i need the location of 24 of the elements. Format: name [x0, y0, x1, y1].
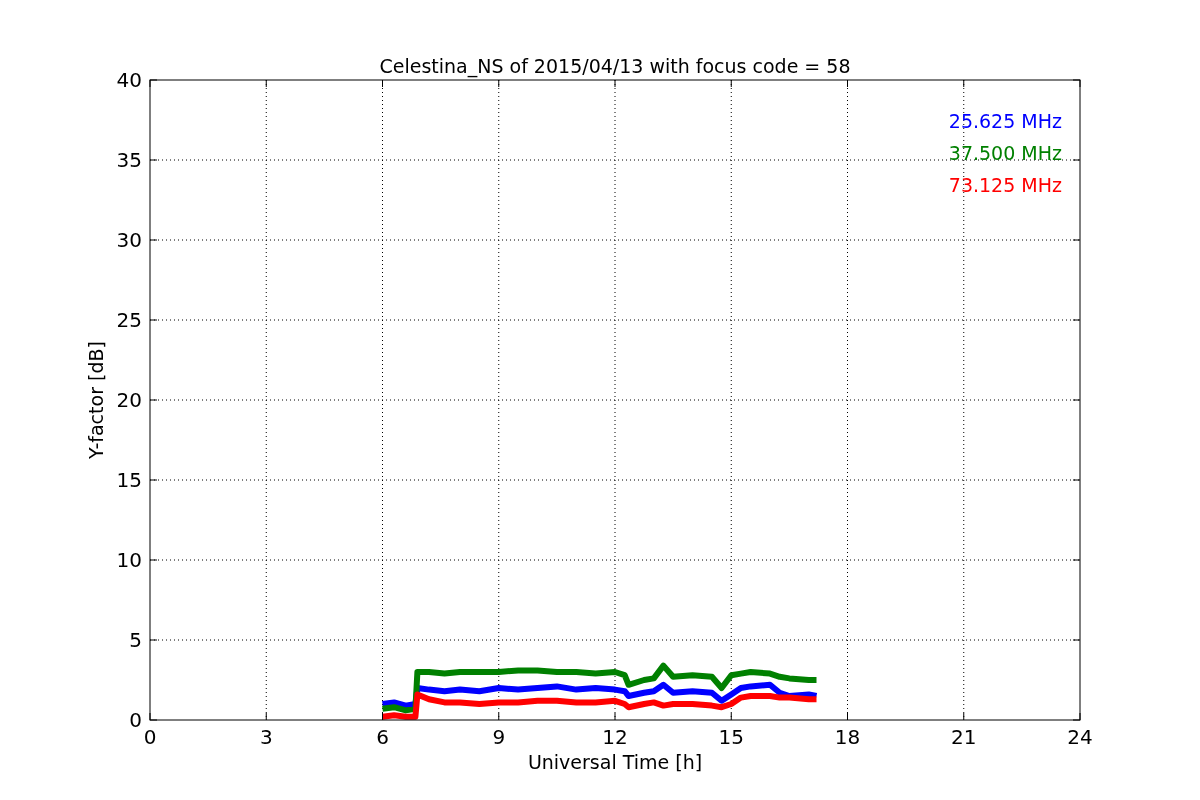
- tick-label: 3: [259, 725, 273, 749]
- legend-label: 25.625 MHz: [948, 110, 1062, 132]
- tick-label: 5: [129, 628, 142, 652]
- legend-label: 73.125 MHz: [948, 174, 1062, 196]
- tick-label: 18: [834, 725, 861, 749]
- tick-label: 10: [116, 548, 142, 572]
- tick-label: 6: [376, 725, 389, 749]
- tick-label: 25: [116, 308, 142, 332]
- tick-label: 15: [116, 468, 142, 492]
- chart-title: Celestina_NS of 2015/04/13 with focus code = 58: [379, 55, 851, 77]
- legend-label: 37.500 MHz: [948, 142, 1062, 164]
- tick-label: 20: [116, 388, 142, 412]
- x-axis-label: Universal Time [h]: [527, 751, 703, 773]
- tick-label: 12: [602, 725, 628, 749]
- tick-label: 30: [116, 228, 142, 252]
- tick-label: 40: [116, 68, 142, 92]
- tick-label: 35: [116, 148, 142, 172]
- tick-label: 0: [129, 708, 142, 732]
- tick-label: 24: [1067, 725, 1093, 749]
- tick-label: 9: [492, 725, 506, 749]
- y-axis-label: Y-factor [dB]: [85, 341, 107, 459]
- tick-label: 0: [143, 725, 157, 749]
- tick-label: 21: [951, 725, 977, 749]
- tick-label: 15: [718, 725, 744, 749]
